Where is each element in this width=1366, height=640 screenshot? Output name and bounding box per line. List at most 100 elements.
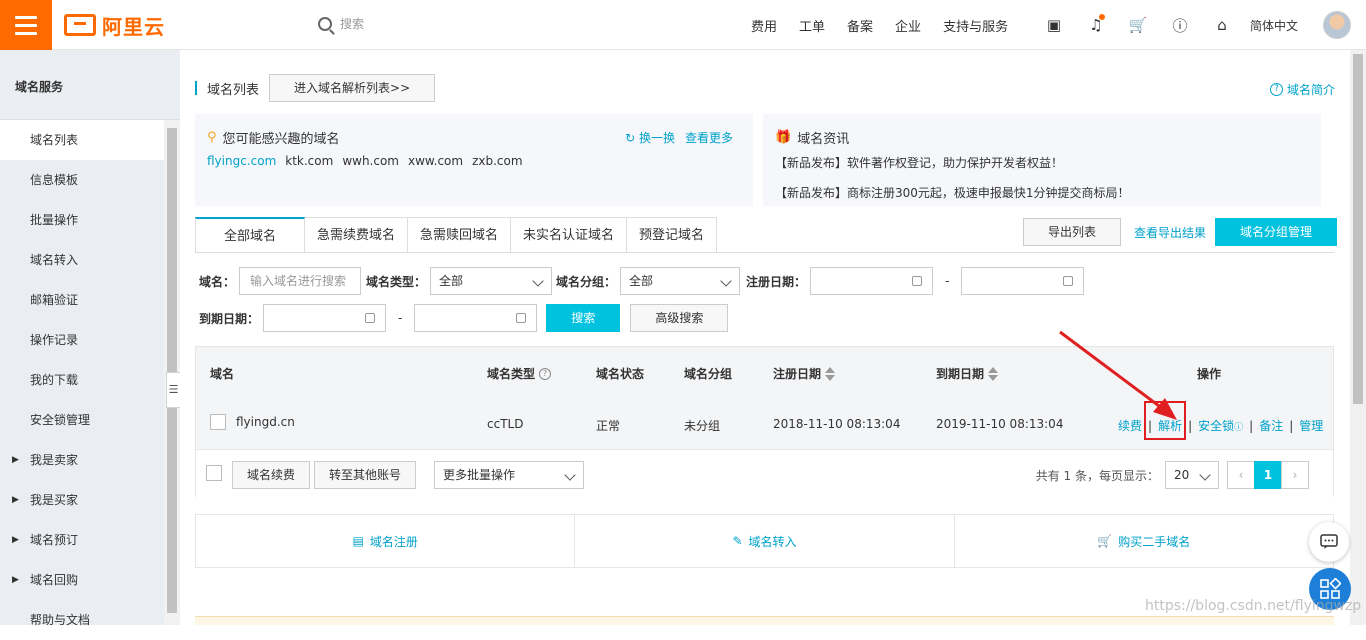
sidebar: 域名服务 域名列表 信息模板 批量操作 域名转入 邮箱验证 操作记录 我的下载 … <box>0 50 180 627</box>
logo-mark-icon <box>64 14 96 36</box>
table-footer: 域名续费 转至其他账号 更多批量操作 共有 1 条，每页显示： 20 ‹ 1 › <box>196 449 1333 497</box>
sidebar-item-buyback[interactable]: ▶ 域名回购 <box>0 560 164 600</box>
domain-search-input[interactable]: 输入域名进行搜索 <box>239 267 362 295</box>
help-icon[interactable]: ⓘ <box>1159 15 1201 36</box>
suggested-domain[interactable]: flyingc.com <box>207 154 276 168</box>
col-group: 域名分组 <box>684 367 733 381</box>
sidebar-item-label: 信息模板 <box>30 173 79 187</box>
reg-date-end-input[interactable] <box>961 267 1085 295</box>
sidebar-item-templates[interactable]: 信息模板 <box>0 160 164 200</box>
sidebar-item-help-docs[interactable]: 帮助与文档 <box>0 600 164 640</box>
scrollbar-thumb[interactable] <box>1353 54 1363 404</box>
domain-group-select[interactable]: 全部 <box>620 267 741 295</box>
sidebar-item-security-lock[interactable]: 安全锁管理 <box>0 400 164 440</box>
calendar-icon <box>912 276 923 286</box>
tab-all[interactable]: 全部域名 <box>195 217 305 253</box>
news-item[interactable]: 【新品发布】软件著作权登记，助力保护开发者权益！ <box>775 154 1063 171</box>
chat-icon[interactable] <box>1309 522 1349 562</box>
transfer-account-button[interactable]: 转至其他账号 <box>314 461 416 489</box>
advanced-search-button[interactable]: 高级搜索 <box>630 304 729 332</box>
transfer-domain-link[interactable]: ✎ 域名转入 <box>575 515 955 567</box>
sidebar-item-op-log[interactable]: 操作记录 <box>0 320 164 360</box>
home-icon[interactable]: ⌂ <box>1201 16 1243 34</box>
suggested-domain[interactable]: xww.com <box>408 154 463 168</box>
filter-row-2: 到期日期： - 搜索 高级搜索 <box>199 304 729 332</box>
sidebar-item-email-verify[interactable]: 邮箱验证 <box>0 280 164 320</box>
remark-link[interactable]: 备注 <box>1259 417 1283 434</box>
caret-right-icon: ▶ <box>12 535 19 545</box>
view-more-link[interactable]: 查看更多 <box>685 129 733 146</box>
sidebar-collapse-icon[interactable]: ☰ <box>166 372 180 408</box>
page-button[interactable]: 1 <box>1254 461 1282 489</box>
refresh-link[interactable]: ↻ 换一换 <box>625 129 675 146</box>
aliyun-logo[interactable]: 阿里云 <box>64 12 165 39</box>
main-content: 域名列表 进入域名解析列表>> ? 域名简介 ⚲ 您可能感兴趣的域名 ↻ 换一换… <box>180 50 1350 625</box>
sidebar-item-buyer[interactable]: ▶ 我是买家 <box>0 480 164 520</box>
bell-icon[interactable]: ♫ <box>1075 14 1117 34</box>
language-switch[interactable]: 简体中文 <box>1250 17 1298 34</box>
tab-redeem-urgent[interactable]: 急需赎回域名 <box>408 217 512 253</box>
exp-date-end-input[interactable] <box>414 304 538 332</box>
row-checkbox[interactable] <box>210 414 226 430</box>
manage-link[interactable]: 管理 <box>1299 417 1323 434</box>
domain-tabs: 全部域名 急需续费域名 急需赎回域名 未实名认证域名 预登记域名 <box>195 217 718 253</box>
nav-tickets[interactable]: 工单 <box>788 16 836 35</box>
edit-pencil-icon: ✎ <box>732 534 743 548</box>
help-circle-icon[interactable]: ? <box>539 367 552 380</box>
security-lock-link[interactable]: 安全锁ⓘ <box>1198 417 1243 434</box>
avatar[interactable] <box>1323 11 1351 39</box>
select-all-checkbox[interactable] <box>206 465 222 481</box>
page-size-select[interactable]: 20 <box>1165 461 1219 489</box>
news-item[interactable]: 【新品发布】商标注册300元起，极速申报最快1分钟提交商标局！ <box>775 184 1130 201</box>
sidebar-item-seller[interactable]: ▶ 我是卖家 <box>0 440 164 480</box>
renew-batch-button[interactable]: 域名续费 <box>232 461 310 489</box>
view-export-link[interactable]: 查看导出结果 <box>1134 224 1206 241</box>
sort-icon[interactable] <box>825 366 836 381</box>
renew-link[interactable]: 续费 <box>1118 417 1142 434</box>
scrollbar-thumb[interactable] <box>167 128 177 613</box>
hamburger-menu-icon[interactable] <box>0 0 52 50</box>
suggested-domain[interactable]: wwh.com <box>342 154 399 168</box>
select-value: 20 <box>1174 468 1190 482</box>
buy-secondhand-link[interactable]: 🛒 购买二手域名 <box>955 515 1333 567</box>
tab-pre-registered[interactable]: 预登记域名 <box>627 217 718 253</box>
nav-enterprise[interactable]: 企业 <box>884 16 932 35</box>
terminal-icon[interactable]: ▣ <box>1033 16 1075 34</box>
domain-filter-label: 域名： <box>199 274 236 289</box>
next-page-icon[interactable]: › <box>1281 461 1309 489</box>
sidebar-item-transfer-in[interactable]: 域名转入 <box>0 240 164 280</box>
exp-date-start-input[interactable] <box>263 304 387 332</box>
suggest-title: ⚲ 您可能感兴趣的域名 <box>207 128 340 147</box>
domain-link[interactable]: flyingd.cn <box>236 415 295 429</box>
sidebar-item-downloads[interactable]: 我的下载 <box>0 360 164 400</box>
suggested-domain[interactable]: zxb.com <box>472 154 522 168</box>
sort-icon[interactable] <box>988 366 999 381</box>
domain-type-select[interactable]: 全部 <box>430 267 553 295</box>
batch-ops-select[interactable]: 更多批量操作 <box>434 461 584 489</box>
nav-fees[interactable]: 费用 <box>740 16 788 35</box>
nav-filing[interactable]: 备案 <box>836 16 884 35</box>
sidebar-item-label: 域名回购 <box>30 573 79 587</box>
col-reg-date[interactable]: 注册日期 <box>773 365 836 382</box>
export-list-button[interactable]: 导出列表 <box>1023 218 1122 246</box>
group-manage-button[interactable]: 域名分组管理 <box>1215 218 1338 246</box>
sidebar-item-reserve[interactable]: ▶ 域名预订 <box>0 520 164 560</box>
dns-resolve-link[interactable]: 解析 <box>1158 417 1182 434</box>
sidebar-item-batch[interactable]: 批量操作 <box>0 200 164 240</box>
prev-page-icon[interactable]: ‹ <box>1227 461 1255 489</box>
page-scrollbar[interactable] <box>1350 50 1366 625</box>
tab-unverified[interactable]: 未实名认证域名 <box>511 217 628 253</box>
reg-date: 2018-11-10 08:13:04 <box>773 417 901 431</box>
dns-list-button[interactable]: 进入域名解析列表>> <box>269 74 436 102</box>
nav-support[interactable]: 支持与服务 <box>932 16 1019 35</box>
reg-date-start-input[interactable] <box>810 267 934 295</box>
global-search[interactable]: 搜索 <box>318 15 364 32</box>
suggested-domain[interactable]: ktk.com <box>285 154 333 168</box>
register-domain-link[interactable]: ▤ 域名注册 <box>196 515 576 567</box>
cart-icon[interactable]: 🛒 <box>1117 16 1159 34</box>
sidebar-item-domain-list[interactable]: 域名列表 <box>0 120 164 160</box>
col-exp-date[interactable]: 到期日期 <box>936 365 999 382</box>
tab-renew-urgent[interactable]: 急需续费域名 <box>305 217 409 253</box>
domain-intro-link[interactable]: ? 域名简介 <box>1269 81 1335 98</box>
search-button[interactable]: 搜索 <box>546 304 621 332</box>
